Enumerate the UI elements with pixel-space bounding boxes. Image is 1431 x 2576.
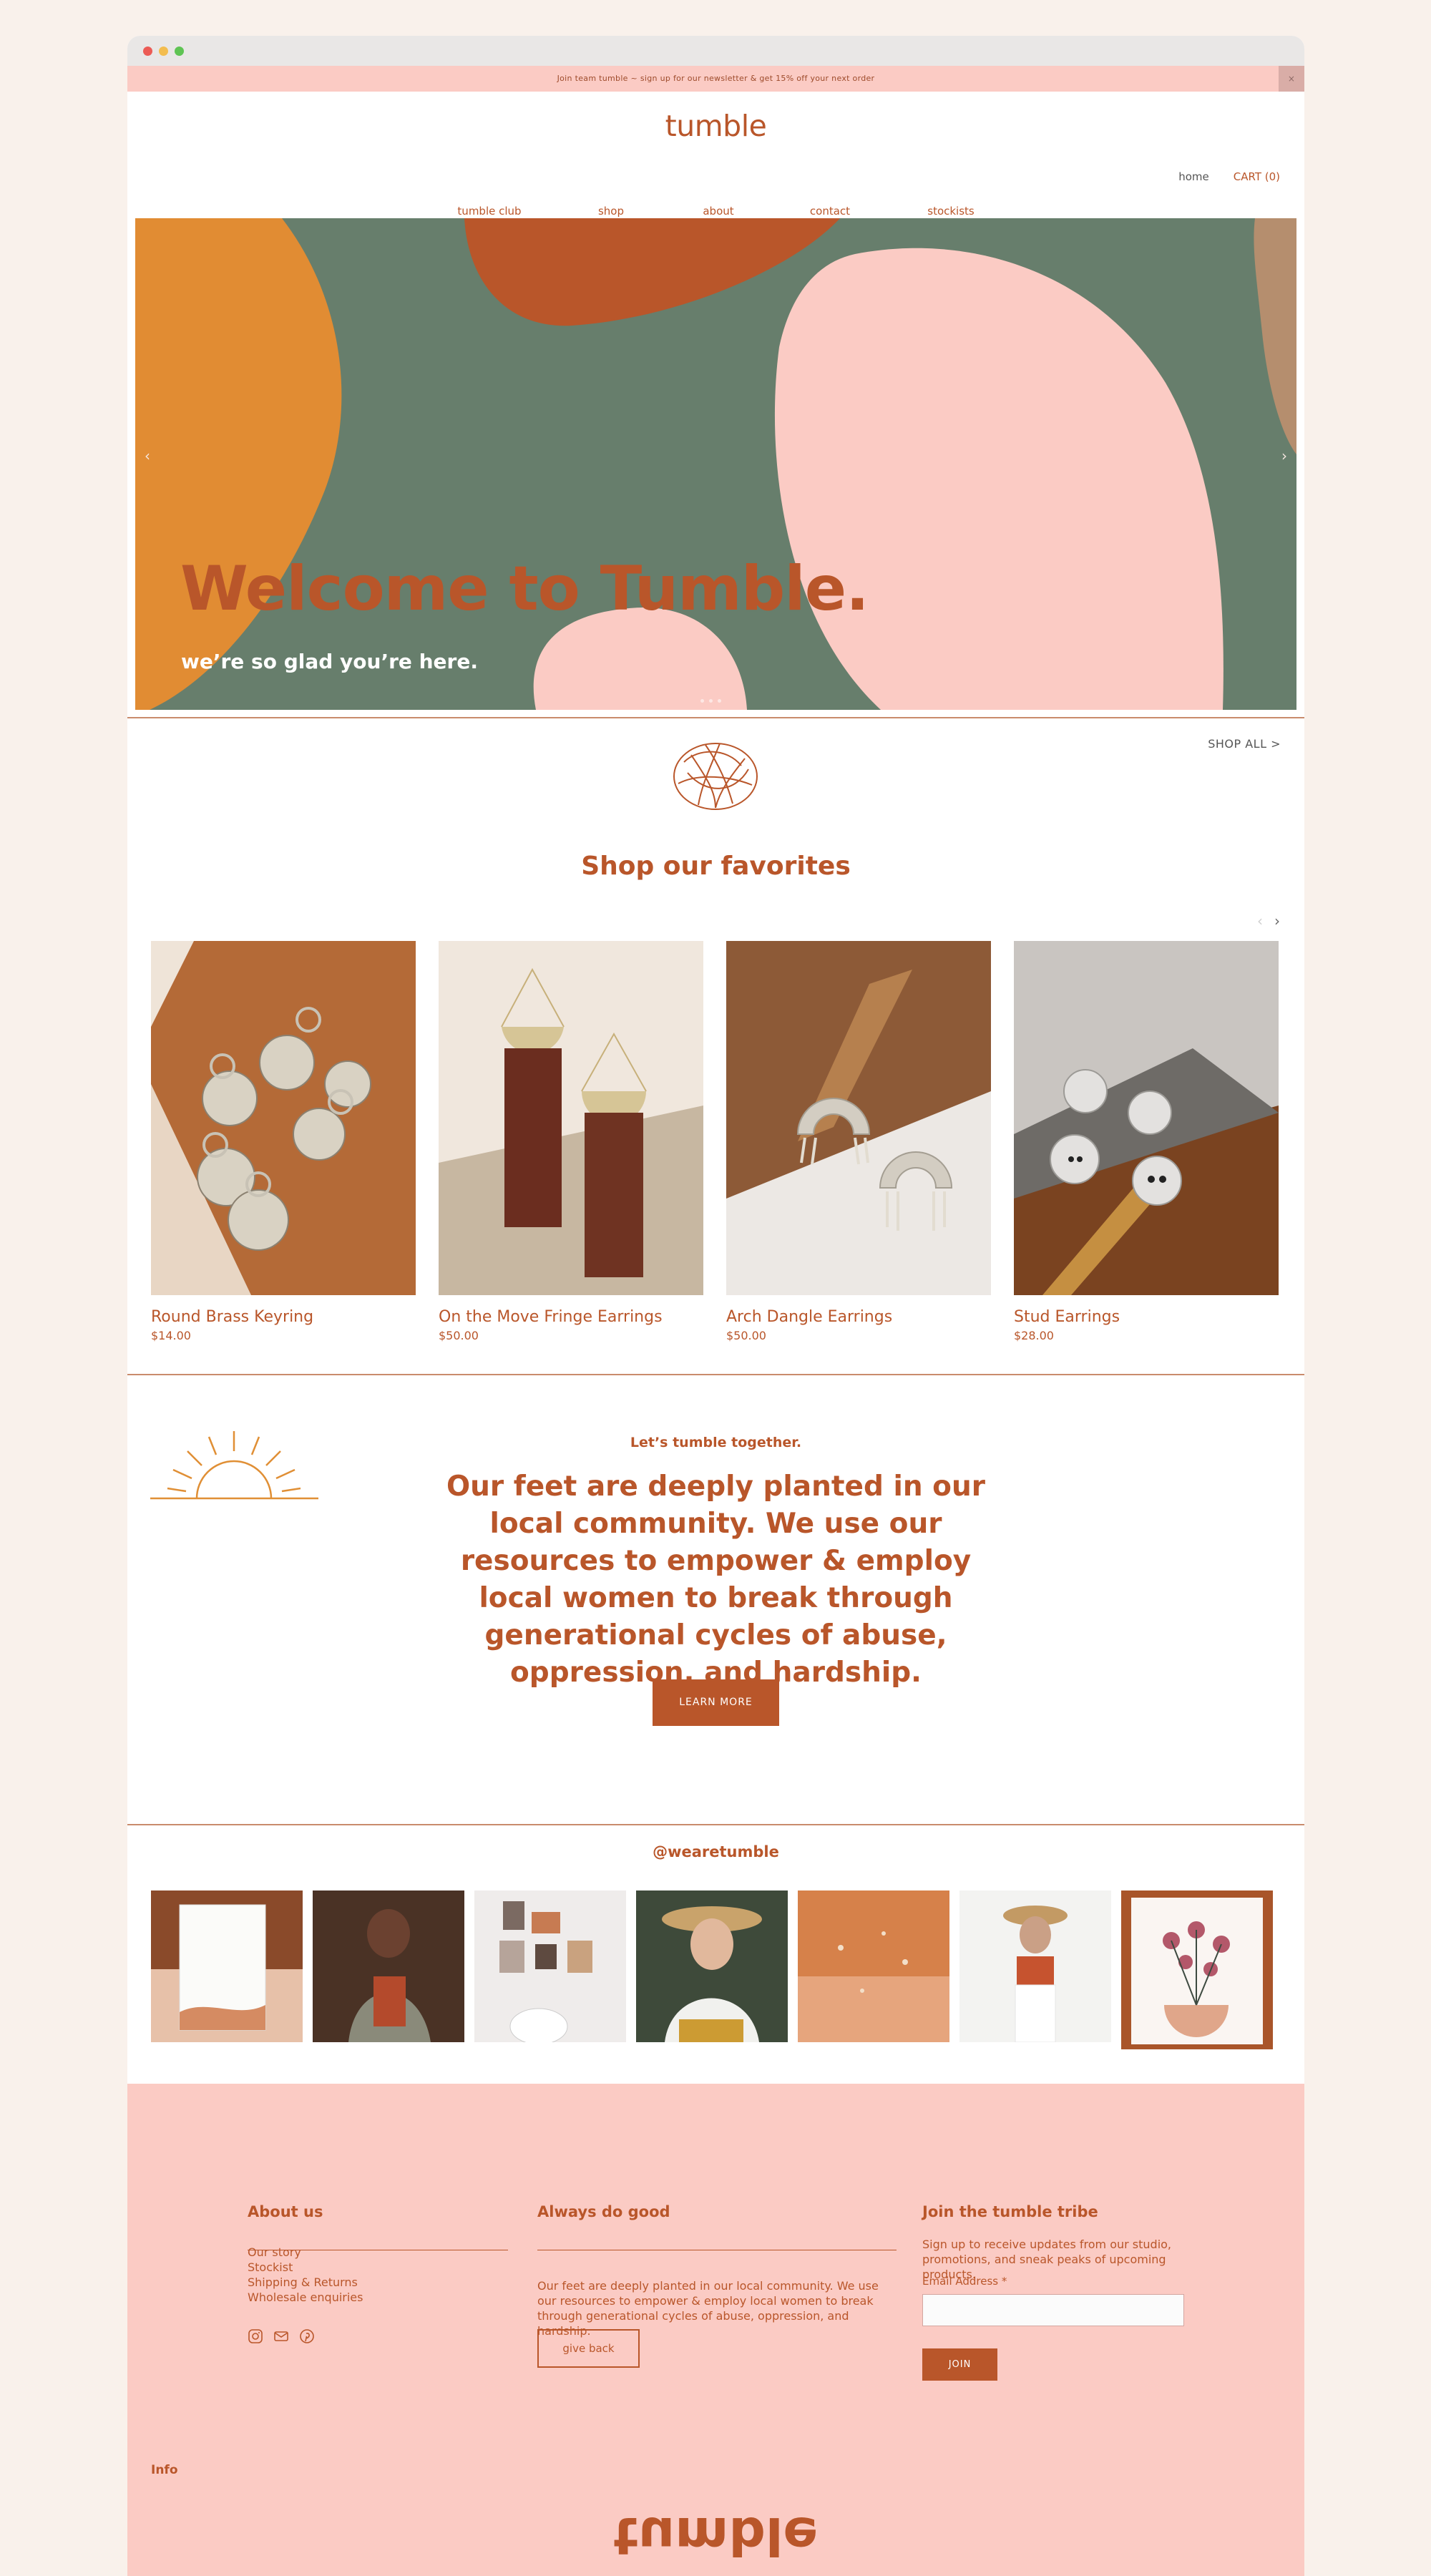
- product-price: $50.00: [726, 1329, 766, 1342]
- nav-item-contact[interactable]: contact: [810, 205, 850, 218]
- email-label: Email Address *: [922, 2275, 1007, 2288]
- about-heading: About us: [248, 2203, 323, 2220]
- product-card[interactable]: Stud Earrings $28.00: [1014, 941, 1279, 1342]
- hero-dot[interactable]: [709, 699, 713, 703]
- hero-abstract-shapes: [135, 218, 1296, 710]
- social-icons: [248, 2328, 315, 2344]
- close-window-icon[interactable]: [143, 47, 152, 56]
- learn-more-button[interactable]: LEARN MORE: [653, 1679, 779, 1726]
- hero-slider: ‹ › Welcome to Tumble. we’re so glad you…: [135, 218, 1296, 710]
- shop-all-link[interactable]: SHOP ALL >: [1208, 737, 1281, 751]
- nav-item-shop[interactable]: shop: [598, 205, 624, 218]
- product-price: $28.00: [1014, 1329, 1054, 1342]
- instagram-handle[interactable]: @wearetumble: [127, 1843, 1304, 1860]
- nav-item-stockists[interactable]: stockists: [927, 205, 975, 218]
- utility-nav: home CART (0): [1178, 170, 1280, 183]
- mission-statement: Our feet are deeply planted in our local…: [446, 1470, 985, 1689]
- footer-link-shipping[interactable]: Shipping & Returns: [248, 2275, 363, 2290]
- info-link[interactable]: Info: [151, 2463, 178, 2477]
- instagram-post[interactable]: [798, 1890, 949, 2042]
- footer-link-stockist[interactable]: Stockist: [248, 2260, 363, 2275]
- nav-item-tumble-club[interactable]: tumble club: [457, 205, 521, 218]
- browser-chrome: [127, 36, 1304, 66]
- mail-icon[interactable]: [273, 2328, 289, 2344]
- product-card[interactable]: On the Move Fringe Earrings $50.00: [439, 941, 703, 1342]
- minimize-window-icon[interactable]: [159, 47, 168, 56]
- product-name[interactable]: Stud Earrings: [1014, 1308, 1279, 1326]
- product-image-keyring[interactable]: [151, 941, 416, 1295]
- product-name[interactable]: Arch Dangle Earrings: [726, 1308, 991, 1326]
- product-name[interactable]: Round Brass Keyring: [151, 1308, 416, 1326]
- announcement-text[interactable]: Join team tumble ~ sign up for our newsl…: [557, 74, 875, 83]
- tumbleweed-icon: [673, 743, 758, 810]
- product-card[interactable]: Round Brass Keyring $14.00: [151, 941, 416, 1342]
- announcement-close-button[interactable]: ×: [1279, 66, 1304, 92]
- footer-logo: tumble: [613, 2506, 819, 2566]
- home-link[interactable]: home: [1178, 170, 1209, 183]
- product-price: $14.00: [151, 1329, 191, 1342]
- instagram-post[interactable]: [1121, 1890, 1273, 2049]
- mission-kicker: Let’s tumble together.: [630, 1435, 802, 1450]
- instagram-post[interactable]: [636, 1890, 788, 2042]
- instagram-post[interactable]: [313, 1890, 464, 2042]
- instagram-post[interactable]: [959, 1890, 1111, 2042]
- divider: [127, 1374, 1304, 1375]
- instagram-post[interactable]: [474, 1890, 626, 2042]
- divider: [127, 1824, 1304, 1825]
- site-footer: About us Our story Stockist Shipping & R…: [127, 2084, 1304, 2576]
- hero-next-arrow[interactable]: ›: [1281, 447, 1287, 464]
- announcement-bar: Join team tumble ~ sign up for our newsl…: [127, 66, 1304, 92]
- about-links: Our story Stockist Shipping & Returns Wh…: [248, 2245, 363, 2305]
- divider: [127, 717, 1304, 718]
- hero-prev-arrow[interactable]: ‹: [145, 447, 150, 464]
- tribe-heading: Join the tumble tribe: [922, 2203, 1098, 2220]
- hero-title: Welcome to Tumble.: [180, 553, 869, 625]
- hero-dot[interactable]: [700, 699, 704, 703]
- chevron-left-icon[interactable]: ‹: [1257, 912, 1263, 930]
- cart-link[interactable]: CART (0): [1234, 170, 1280, 183]
- product-name[interactable]: On the Move Fringe Earrings: [439, 1308, 703, 1326]
- product-card[interactable]: Arch Dangle Earrings $50.00: [726, 941, 991, 1342]
- hero-dot[interactable]: [718, 699, 721, 703]
- nav-item-about[interactable]: about: [703, 205, 733, 218]
- maximize-window-icon[interactable]: [175, 47, 184, 56]
- instagram-post[interactable]: [151, 1890, 303, 2042]
- site-logo[interactable]: tumble: [127, 109, 1304, 143]
- chevron-right-icon[interactable]: ›: [1274, 912, 1280, 930]
- product-image-stud-earrings[interactable]: [1014, 941, 1279, 1295]
- give-back-button[interactable]: give back: [537, 2329, 640, 2368]
- product-image-arch-earrings[interactable]: [726, 941, 991, 1295]
- favorites-title: Shop our favorites: [581, 852, 851, 881]
- footer-link-our-story[interactable]: Our story: [248, 2245, 363, 2260]
- product-price: $50.00: [439, 1329, 479, 1342]
- pinterest-icon[interactable]: [299, 2328, 315, 2344]
- favorites-carousel-nav: ‹ ›: [1257, 912, 1280, 930]
- site-header: tumble home CART (0) tumble club shop ab…: [127, 92, 1304, 218]
- browser-window: Join team tumble ~ sign up for our newsl…: [127, 36, 1304, 2576]
- footer-link-wholesale[interactable]: Wholesale enquiries: [248, 2290, 363, 2305]
- instagram-icon[interactable]: [248, 2328, 263, 2344]
- join-button[interactable]: JOIN: [922, 2348, 997, 2381]
- email-field[interactable]: [922, 2294, 1184, 2326]
- always-do-good-heading: Always do good: [537, 2203, 670, 2220]
- hero-pagination: [700, 699, 721, 703]
- product-image-fringe-earrings[interactable]: [439, 941, 703, 1295]
- hero-subtitle: we’re so glad you’re here.: [181, 650, 478, 673]
